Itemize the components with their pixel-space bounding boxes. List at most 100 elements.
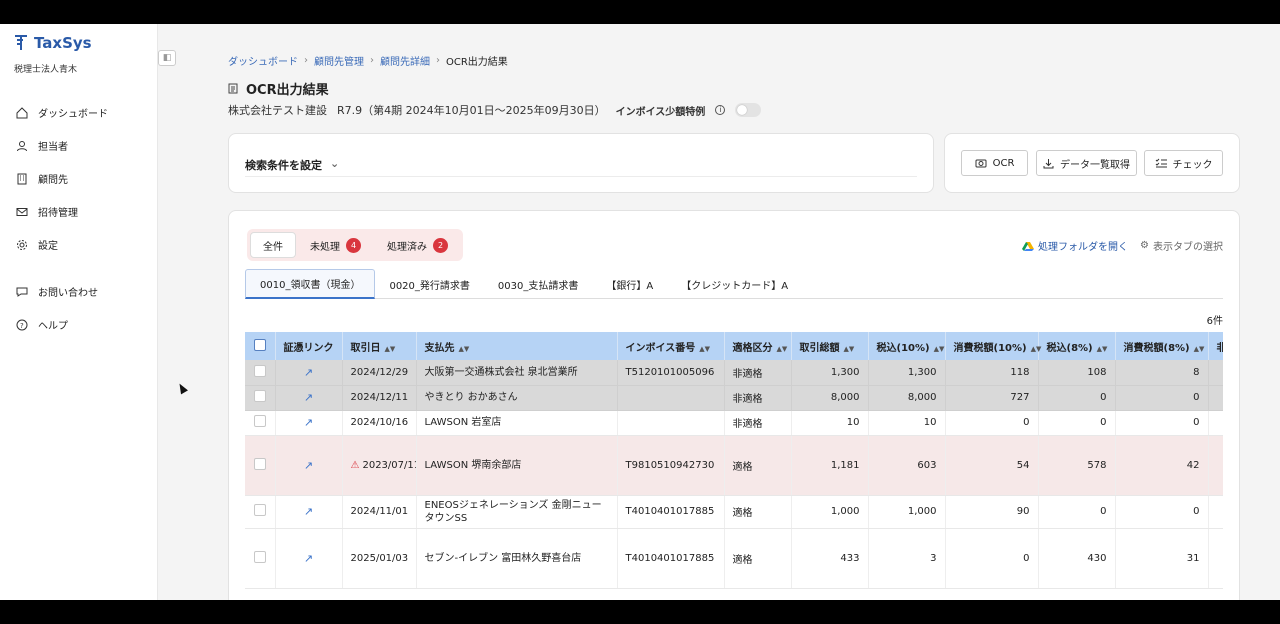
unprocessed-count-badge: 4: [346, 237, 361, 253]
header-label: 適格区分: [732, 342, 773, 354]
row-checkbox-cell[interactable]: [245, 360, 276, 386]
checkbox[interactable]: [253, 338, 266, 351]
sidebar-item-help[interactable]: ? ヘルプ: [16, 308, 108, 341]
open-folder-link[interactable]: 処理フォルダを開く: [1022, 238, 1128, 253]
consumption-tax-8-cell: 31: [1115, 528, 1209, 589]
voucher-link-cell[interactable]: ↗: [275, 385, 343, 411]
consumption-tax-10-cell: 118: [945, 360, 1039, 386]
col-date[interactable]: 取引日 ▲▼: [342, 332, 417, 360]
filter-all[interactable]: 全件: [250, 232, 296, 258]
truncated-cell: [1208, 495, 1223, 529]
col-total[interactable]: 取引総額 ▲▼: [791, 332, 869, 360]
col-payee[interactable]: 支払先 ▲▼: [416, 332, 618, 360]
col-invoice-number[interactable]: インボイス番号 ▲▼: [617, 332, 725, 360]
consumption-tax-10-cell-text: 0: [1023, 552, 1030, 564]
sidebar-collapse-button[interactable]: ◧: [158, 50, 176, 66]
breadcrumb-clients[interactable]: 顧問先管理: [314, 53, 364, 68]
header-label: 消費税額(10%): [953, 342, 1027, 354]
col-consumption-tax-10[interactable]: 消費税額(10%) ▲▼: [945, 332, 1041, 360]
home-icon: [16, 106, 28, 119]
table-row[interactable]: ↗ ⚠ 2023/07/11 LAWSON 堺南余部店 T9810510942730 適格…: [245, 435, 1223, 496]
company-name: 株式会社テスト建設: [228, 104, 327, 117]
total-cell: 1,181: [791, 435, 869, 496]
search-conditions-toggle[interactable]: 検索条件を設定 ⌄: [245, 157, 339, 173]
invoice-number-cell-text: T4010401017885: [625, 506, 715, 517]
sidebar-item-staff[interactable]: 担当者: [16, 129, 108, 162]
table-row[interactable]: ↗ 2024/12/29 大阪第一交通株式会社 泉北営業所 T512010100509…: [245, 360, 1223, 386]
checklist-icon: [1155, 158, 1167, 168]
search-panel: 検索条件を設定 ⌄: [228, 133, 934, 193]
col-consumption-tax-8[interactable]: 消費税額(8%) ▲▼: [1115, 332, 1209, 360]
checkbox[interactable]: [253, 457, 266, 470]
table-row[interactable]: ↗ 2024/10/16 LAWSON 岩室店 非適格 10 10 0 0 0: [245, 410, 1223, 436]
payee-cell: ENEOSジェネレーションズ 金剛ニュータウンSS: [416, 495, 618, 529]
filter-processed[interactable]: 処理済み 2: [375, 232, 460, 258]
breadcrumb-client-detail[interactable]: 顧問先詳細: [380, 53, 430, 68]
sidebar-item-invitations[interactable]: 招待管理: [16, 195, 108, 228]
external-link-icon[interactable]: ↗: [304, 552, 313, 565]
info-icon[interactable]: i: [715, 105, 726, 115]
row-checkbox-cell[interactable]: [245, 495, 276, 529]
external-link-icon[interactable]: ↗: [304, 366, 313, 379]
date-cell-text: 2024/12/11: [350, 392, 409, 403]
tab-bank[interactable]: 【銀行】A: [592, 269, 667, 299]
total-cell-text: 10: [846, 417, 860, 428]
consumption-tax-8-cell: 42: [1115, 435, 1209, 496]
invoice-exception-toggle[interactable]: [735, 103, 762, 117]
warning-icon: ⚠: [350, 459, 360, 471]
external-link-icon[interactable]: ↗: [304, 505, 313, 518]
tab-receipts-cash[interactable]: 0010_領収書（現金）: [245, 269, 376, 299]
checkbox[interactable]: [253, 504, 266, 516]
external-link-icon[interactable]: ↗: [304, 416, 313, 429]
consumption-tax-8-cell-text: 31: [1186, 552, 1200, 564]
date-cell-text: 2024/10/16: [350, 417, 409, 428]
checkbox[interactable]: [253, 364, 266, 377]
check-button[interactable]: チェック: [1144, 150, 1223, 176]
header-label: 非: [1216, 342, 1224, 354]
sidebar-item-settings[interactable]: 設定: [16, 228, 108, 261]
total-cell: 10: [791, 410, 869, 436]
ocr-button[interactable]: OCR: [961, 150, 1028, 176]
sort-icon: ▲▼: [1096, 344, 1108, 353]
sidebar-item-clients[interactable]: 顧問先: [16, 162, 108, 195]
voucher-link-cell[interactable]: ↗: [275, 528, 343, 589]
checkbox[interactable]: [253, 415, 266, 427]
page-title: OCR出力結果: [246, 83, 329, 98]
sort-icon: ▲▼: [458, 344, 470, 353]
row-checkbox-cell[interactable]: [245, 528, 276, 589]
checkbox[interactable]: [253, 550, 266, 563]
col-tax-included-8[interactable]: 税込(8%) ▲▼: [1038, 332, 1116, 360]
row-checkbox-cell[interactable]: [245, 410, 276, 436]
checkbox[interactable]: [253, 390, 266, 402]
external-link-icon[interactable]: ↗: [304, 391, 313, 404]
date-cell: 2024/10/16: [342, 410, 417, 436]
tab-credit-card[interactable]: 【クレジットカード】A: [667, 269, 802, 299]
voucher-link-cell[interactable]: ↗: [275, 435, 343, 496]
download-list-button[interactable]: データ一覧取得: [1036, 150, 1137, 176]
row-checkbox-cell[interactable]: [245, 385, 276, 411]
voucher-link-cell[interactable]: ↗: [275, 360, 343, 386]
select-all-checkbox[interactable]: [245, 332, 276, 360]
tab-select-link[interactable]: ⚙ 表示タブの選択: [1140, 238, 1223, 253]
voucher-link-cell[interactable]: ↗: [275, 495, 343, 529]
voucher-link-cell[interactable]: ↗: [275, 410, 343, 436]
tab-payment-invoices[interactable]: 0030_支払請求書: [484, 269, 592, 299]
payee-cell: LAWSON 岩室店: [416, 410, 618, 436]
table-row[interactable]: ↗ 2024/11/01 ENEOSジェネレーションズ 金剛ニュータウンSS T401…: [245, 495, 1223, 529]
col-voucher-link: 証憑リンク: [275, 332, 343, 360]
table-row[interactable]: ↗ 2024/12/11 やきとり おかあさん 非適格 8,000 8,000 727 0 0: [245, 385, 1223, 411]
col-category[interactable]: 適格区分 ▲▼: [724, 332, 792, 360]
sidebar-item-contact[interactable]: お問い合わせ: [16, 275, 108, 308]
external-link-icon[interactable]: ↗: [304, 459, 313, 472]
app-logo[interactable]: TaxSys: [14, 34, 92, 52]
col-tax-included-10[interactable]: 税込(10%) ▲▼: [868, 332, 946, 360]
sidebar-item-dashboard[interactable]: ダッシュボード: [16, 96, 108, 129]
tab-issued-invoices[interactable]: 0020_発行請求書: [375, 269, 483, 299]
table-row[interactable]: ↗ 2025/01/03 セブン‐イレブン 富田林久野喜台店 T40104010178…: [245, 528, 1223, 589]
breadcrumb-dashboard[interactable]: ダッシュボード: [228, 53, 298, 68]
payee-cell: セブン‐イレブン 富田林久野喜台店: [416, 528, 618, 589]
results-table-container[interactable]: 証憑リンク 取引日 ▲▼ 支払先 ▲▼ インボイス番号 ▲▼ 適格区分 ▲▼ 取引総額 ▲…: [245, 332, 1223, 600]
app-name: TaxSys: [34, 34, 92, 52]
row-checkbox-cell[interactable]: [245, 435, 276, 496]
filter-unprocessed[interactable]: 未処理 4: [298, 232, 373, 258]
